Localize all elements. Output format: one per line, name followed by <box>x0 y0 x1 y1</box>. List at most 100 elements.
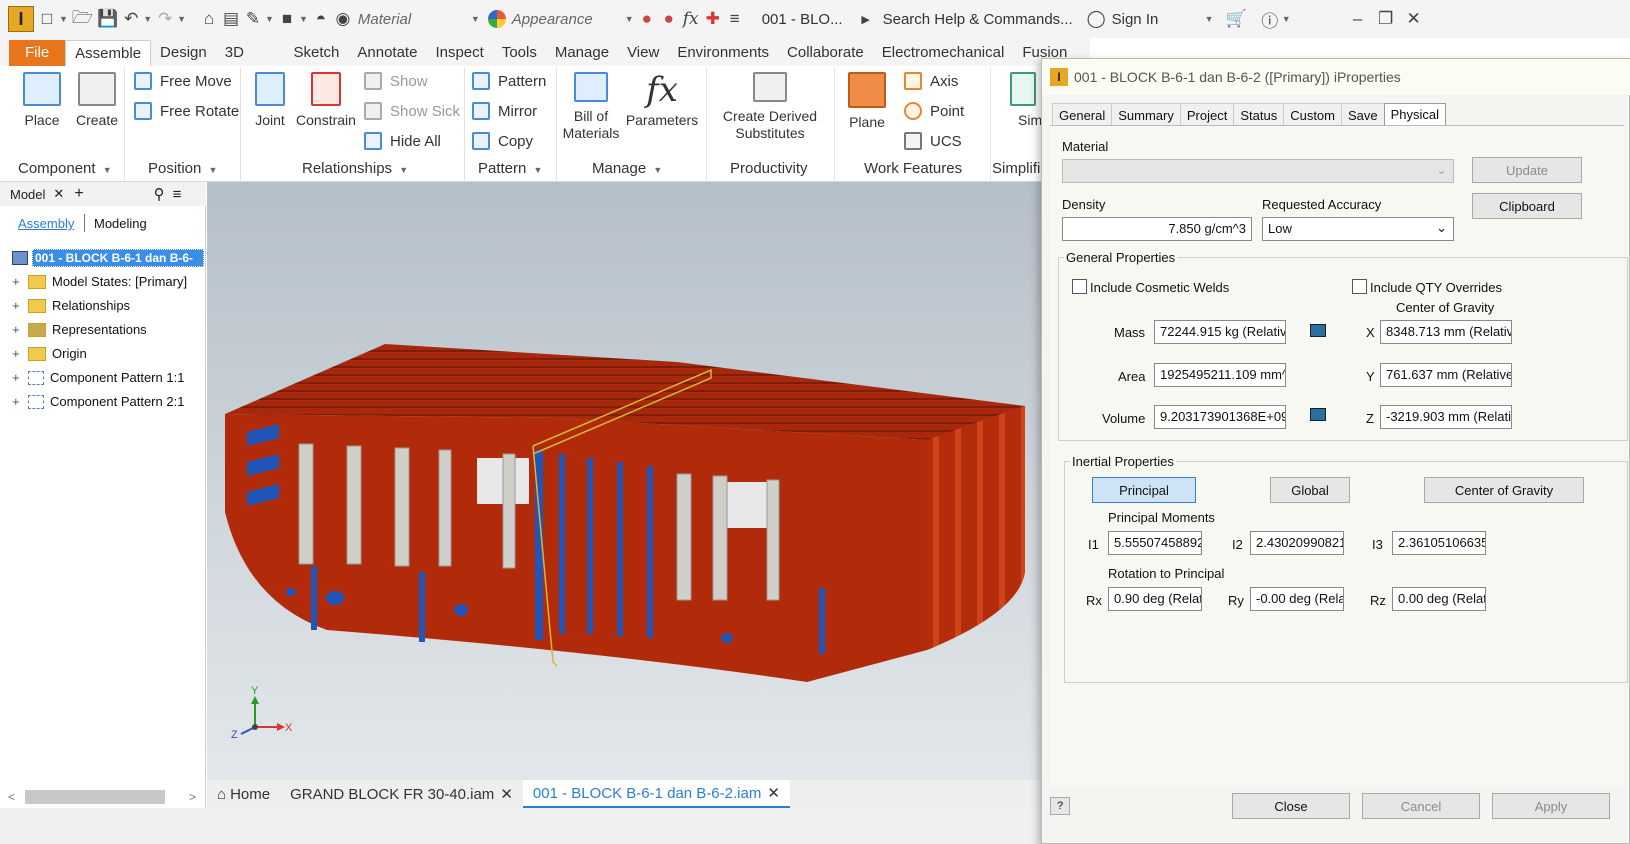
select-icon[interactable]: ✎ <box>244 6 262 32</box>
tab-assemble[interactable]: Assemble <box>65 40 152 66</box>
redo-icon[interactable]: ↷ <box>156 6 174 32</box>
include-cosmetic-welds-checkbox[interactable] <box>1072 279 1087 294</box>
density-field[interactable]: 7.850 g/cm^3 <box>1062 217 1252 241</box>
center-of-gravity-button[interactable]: Center of Gravity <box>1424 477 1584 503</box>
add-icon[interactable]: ✚ <box>704 6 722 32</box>
tree-item-representations[interactable]: + Representations <box>12 322 147 337</box>
tab-file[interactable]: File <box>9 40 66 66</box>
tree-item-model-states[interactable]: + Model States: [Primary] <box>12 274 187 289</box>
scrollbar-thumb[interactable] <box>25 790 166 804</box>
point-button[interactable]: Point <box>904 102 964 120</box>
parameters-button[interactable]: fx Parameters <box>624 72 700 129</box>
bill-of-materials-button[interactable]: Bill of Materials <box>562 72 620 142</box>
home-icon[interactable]: ⌂ <box>200 6 218 32</box>
chevron-right-icon[interactable]: ▶ <box>857 6 875 32</box>
clipboard-button[interactable]: Clipboard <box>1472 193 1582 219</box>
dropdown-arrow-icon[interactable]: ▼ <box>1282 14 1291 24</box>
cart-icon[interactable]: 🛒 <box>1226 6 1247 32</box>
show-sick-button[interactable]: Show Sick <box>364 102 460 120</box>
cog-x-field[interactable]: 8348.713 mm (Relativ <box>1380 320 1512 344</box>
tab-tools[interactable]: Tools <box>493 40 546 66</box>
sign-in-link[interactable]: Sign In <box>1112 11 1202 28</box>
group-position[interactable]: Position ▼ <box>148 160 217 177</box>
constrain-button[interactable]: Constrain <box>294 72 358 129</box>
appearance-dropdown-arrow-icon[interactable]: ▼ <box>625 14 634 24</box>
tab-collaborate[interactable]: Collaborate <box>778 40 873 66</box>
group-component[interactable]: Component ▼ <box>18 160 112 177</box>
dialog-tab-general[interactable]: General <box>1052 103 1113 127</box>
minimize-icon[interactable]: – <box>1349 6 1367 32</box>
rz-field[interactable]: 0.00 deg (Relat <box>1392 587 1486 611</box>
browser-horizontal-scrollbar[interactable]: < > <box>8 788 198 806</box>
dropdown-arrow-icon[interactable]: ▼ <box>143 14 152 24</box>
material-select[interactable]: ⌄ <box>1062 159 1454 183</box>
axis-button[interactable]: Axis <box>904 72 958 90</box>
scroll-right-icon[interactable]: > <box>189 790 196 804</box>
tab-design[interactable]: Design <box>151 40 216 66</box>
appearance-dropdown[interactable]: Appearance <box>512 11 622 28</box>
tab-modeling[interactable]: Modeling <box>94 216 147 231</box>
create-button[interactable]: Create <box>74 72 120 129</box>
close-tab-icon[interactable]: ✕ <box>500 785 513 803</box>
dropdown-arrow-icon[interactable]: ▼ <box>59 14 68 24</box>
save-icon[interactable]: 💾 <box>97 6 118 32</box>
dialog-tab-project[interactable]: Project <box>1179 103 1235 127</box>
dropdown-arrow-icon[interactable]: ▼ <box>299 14 308 24</box>
undo-icon[interactable]: ↶ <box>122 6 140 32</box>
menu-icon[interactable]: ≡ <box>173 186 182 203</box>
material-dropdown-arrow-icon[interactable]: ▼ <box>471 14 480 24</box>
tab-grand-block[interactable]: GRAND BLOCK FR 30-40.iam ✕ <box>280 780 523 808</box>
fx-parameters-icon[interactable]: fx <box>682 6 700 32</box>
inventor-logo-icon[interactable]: I <box>8 6 34 32</box>
measure-icon[interactable]: ■ <box>278 6 296 32</box>
expand-icon[interactable]: + <box>12 394 24 409</box>
copy-button[interactable]: Copy <box>472 132 533 150</box>
restore-icon[interactable]: ❐ <box>1377 6 1395 32</box>
material-dropdown[interactable]: Material <box>358 11 468 28</box>
tree-root[interactable]: 001 - BLOCK B-6-1 dan B-6- <box>12 249 204 267</box>
free-rotate-button[interactable]: Free Rotate <box>134 102 239 120</box>
show-button[interactable]: Show <box>364 72 428 90</box>
hull-block-model[interactable]: Y X Z <box>207 182 1042 780</box>
scroll-left-icon[interactable]: < <box>8 790 15 804</box>
cog-z-field[interactable]: -3219.903 mm (Relati <box>1380 405 1512 429</box>
user-icon[interactable]: ◯ <box>1087 6 1106 32</box>
project-icon[interactable]: ▤ <box>222 6 240 32</box>
plane-button[interactable]: Plane <box>842 72 892 131</box>
tab-3d-model[interactable]: 3D Model <box>216 40 285 87</box>
adjust-appearance-icon[interactable]: ● <box>638 6 656 32</box>
tab-electromechanical[interactable]: Electromechanical <box>873 40 1014 66</box>
customize-icon[interactable]: ≡ <box>726 6 744 32</box>
tree-item-relationships[interactable]: + Relationships <box>12 298 130 313</box>
help-icon[interactable]: ⓘ <box>1261 6 1279 32</box>
global-button[interactable]: Global <box>1270 477 1350 503</box>
dropdown-arrow-icon[interactable]: ▼ <box>177 14 186 24</box>
dialog-tab-save[interactable]: Save <box>1341 103 1385 127</box>
tree-item-component-pattern-2[interactable]: + Component Pattern 2:1 <box>12 394 184 409</box>
cancel-button[interactable]: Cancel <box>1362 793 1480 819</box>
joint-button[interactable]: Joint <box>248 72 292 129</box>
update-button[interactable]: Update <box>1472 157 1582 183</box>
group-manage[interactable]: Manage ▼ <box>592 160 662 177</box>
expand-icon[interactable]: + <box>12 370 24 385</box>
expand-icon[interactable]: + <box>12 274 24 289</box>
tab-view[interactable]: View <box>618 40 668 66</box>
expand-icon[interactable]: + <box>12 346 24 361</box>
open-folder-icon[interactable]: 🗁 <box>72 6 93 32</box>
i3-field[interactable]: 2.36105106635 <box>1392 531 1486 555</box>
include-qty-overrides-checkbox[interactable] <box>1352 279 1367 294</box>
help-button[interactable]: ? <box>1050 797 1070 815</box>
rx-field[interactable]: 0.90 deg (Relat <box>1108 587 1202 611</box>
tab-manage[interactable]: Manage <box>546 40 618 66</box>
update-icon[interactable]: ◓ <box>312 6 330 32</box>
calculator-icon[interactable] <box>1310 324 1326 337</box>
search-icon[interactable]: ⚲ <box>154 185 165 203</box>
search-help-input[interactable]: Search Help & Commands... <box>883 11 1083 28</box>
clear-appearance-icon[interactable]: ● <box>660 6 678 32</box>
volume-field[interactable]: 9.203173901368E+09 <box>1154 405 1286 429</box>
close-tab-icon[interactable]: ✕ <box>767 784 780 802</box>
free-move-button[interactable]: Free Move <box>134 72 232 90</box>
tab-assembly[interactable]: Assembly <box>18 216 74 231</box>
add-panel-icon[interactable]: + <box>74 185 83 203</box>
cog-y-field[interactable]: 761.637 mm (Relative <box>1380 363 1512 387</box>
